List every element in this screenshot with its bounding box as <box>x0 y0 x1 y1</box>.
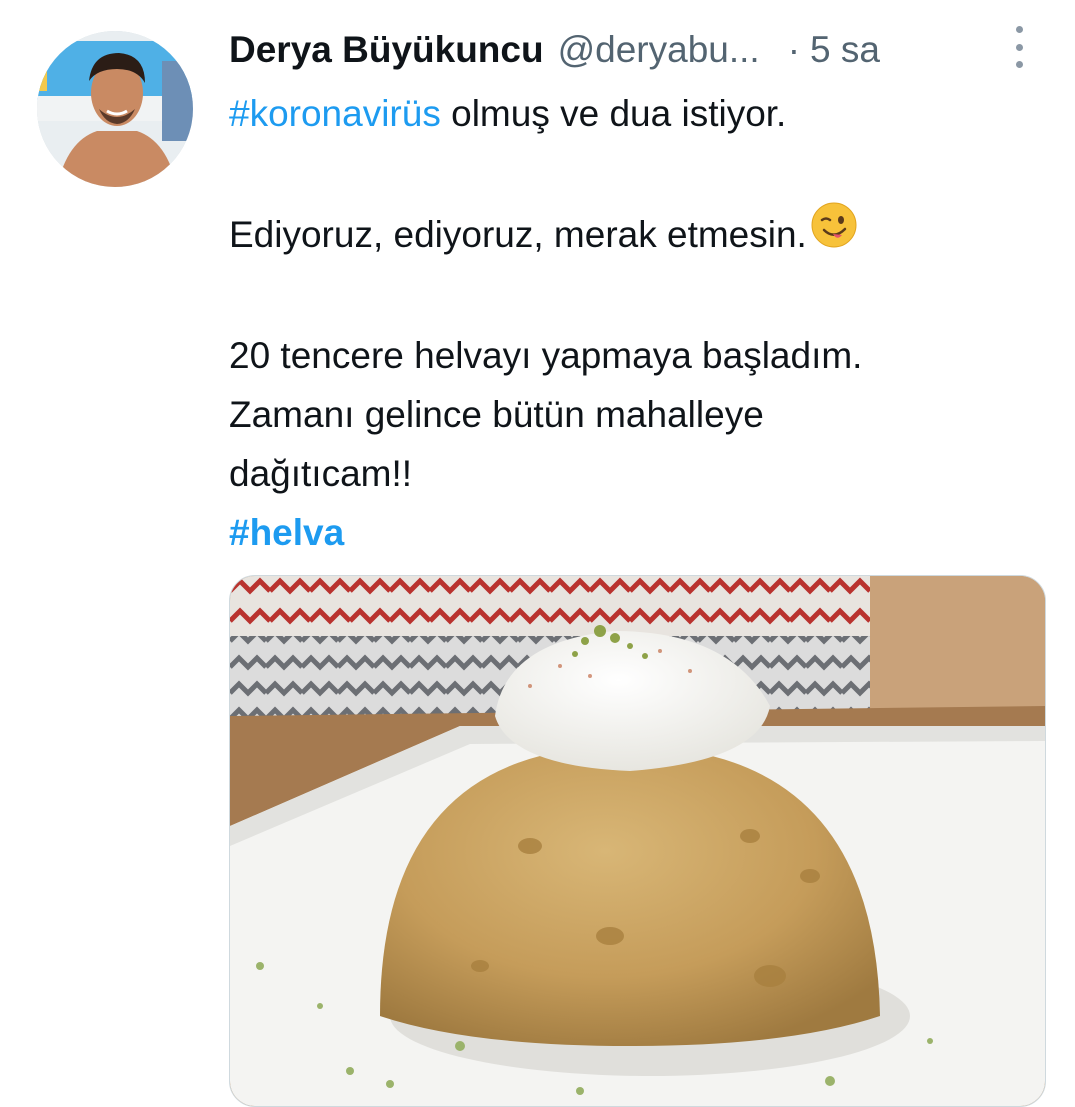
separator-dot: · <box>787 29 801 70</box>
hashtag-koronavirus[interactable]: #koronavirüs <box>229 93 441 134</box>
more-dot <box>1015 43 1023 51</box>
tweet-line-2: Ediyoruz, ediyoruz, merak etmesin. <box>229 202 1029 265</box>
tweet-line-1: #koronavirüs olmuş ve dua istiyor. <box>229 84 1029 143</box>
tweet-line-4: Zamanı gelince bütün mahalleye <box>229 394 764 435</box>
hashtag-helva[interactable]: #helva <box>229 503 1029 562</box>
tweet-line-3: 20 tencere helvayı yapmaya başladım. <box>229 335 863 376</box>
author-name[interactable]: Derya Büyükuncu <box>229 29 544 71</box>
tweet-media-image[interactable] <box>229 575 1046 1107</box>
tweet-header: Derya Büyükuncu @deryabu... · 5 sa <box>229 22 880 78</box>
more-dot <box>1015 26 1023 33</box>
line-break <box>229 264 1029 326</box>
helva-photo <box>230 576 1045 1106</box>
winking-face-emoji-icon <box>811 202 857 265</box>
author-handle[interactable]: @deryabu... <box>558 29 760 71</box>
avatar-photo <box>37 31 193 187</box>
more-dot <box>1015 61 1023 68</box>
line-break <box>229 143 1029 205</box>
tweet-text: #koronavirüs olmuş ve dua istiyor. Ediyo… <box>229 84 1029 562</box>
author-avatar[interactable] <box>37 31 193 187</box>
tweet-timestamp[interactable]: 5 sa <box>810 29 880 71</box>
tweet-line-1-text: olmuş ve dua istiyor. <box>440 93 787 134</box>
more-options-icon[interactable] <box>1004 26 1034 68</box>
tweet-line-5: dağıtıcam!! <box>229 453 413 494</box>
tweet-line-2-text: Ediyoruz, ediyoruz, merak etmesin. <box>229 214 807 255</box>
